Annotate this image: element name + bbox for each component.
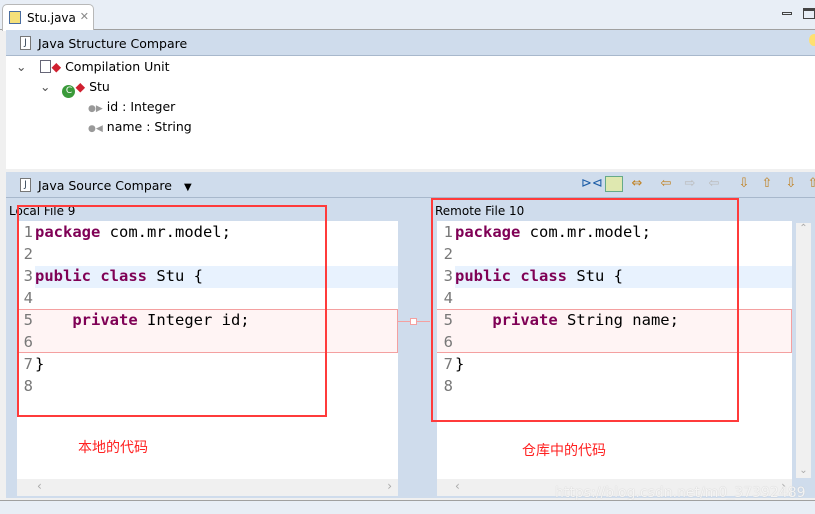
- java-file-icon: J: [20, 36, 31, 50]
- tab-label: Stu.java: [27, 11, 76, 25]
- chevron-down-icon[interactable]: ▼: [184, 182, 192, 193]
- annotation-box-right: [431, 198, 739, 422]
- next-change-icon[interactable]: ⇩: [782, 176, 800, 192]
- change-icon: ◆: [51, 59, 62, 74]
- tab-stu-java[interactable]: Stu.java ✕: [2, 4, 94, 31]
- swap-icon[interactable]: ⇔: [628, 176, 646, 192]
- field-icon: ●▶: [88, 104, 103, 114]
- source-compare-title: Java Source Compare: [38, 178, 172, 193]
- java-file-icon: [40, 60, 52, 73]
- bottom-tab-bar: [0, 500, 815, 514]
- editor-tab-bar: Stu.java ✕: [0, 0, 815, 31]
- previous-difference-icon[interactable]: ⇧: [758, 176, 776, 192]
- change-icon: ◆: [75, 79, 86, 94]
- tree-item-id[interactable]: ●▶ id : Integer: [88, 99, 175, 114]
- copy-right-icon: ⇨: [684, 176, 696, 191]
- next-difference-icon[interactable]: ⇩: [735, 176, 753, 192]
- annotation-remote-code: 仓库中的代码: [522, 443, 606, 459]
- copy-all-icon: ⇦: [708, 176, 720, 191]
- copy-left-icon[interactable]: ⇦: [657, 176, 675, 192]
- java-file-icon: J: [20, 178, 31, 192]
- diff-connector-handle[interactable]: [410, 318, 417, 325]
- compare-file-icon: [9, 11, 21, 24]
- field-icon: ●◀: [88, 124, 103, 134]
- layout-icon[interactable]: [605, 176, 623, 192]
- watermark: https://blog.csdn.net/m0_37392489: [555, 485, 806, 501]
- structure-compare-header: J Java Structure Compare: [6, 30, 815, 56]
- previous-change-icon[interactable]: ⇧: [804, 176, 815, 192]
- tree-item-name[interactable]: ●◀ name : String: [88, 119, 192, 134]
- close-icon[interactable]: ✕: [80, 10, 89, 23]
- minimize-icon[interactable]: [782, 12, 792, 15]
- tree-item-compilation-unit[interactable]: ⌄ ◆ Compilation Unit: [16, 59, 170, 74]
- maximize-icon[interactable]: [803, 8, 815, 19]
- vertical-scrollbar[interactable]: ⌃ ⌄: [796, 223, 811, 478]
- ignore-whitespace-icon[interactable]: ⊳⊲: [581, 176, 603, 192]
- tree-item-stu[interactable]: ⌄ C ◆ Stu: [40, 79, 110, 98]
- structure-compare-title: Java Structure Compare: [38, 36, 188, 51]
- left-horizontal-scrollbar[interactable]: ‹ ›: [17, 479, 398, 496]
- annotation-local-code: 本地的代码: [78, 440, 148, 456]
- class-icon: C: [62, 85, 76, 98]
- structure-tree: ⌄ ◆ Compilation Unit ⌄ C ◆ Stu ●▶ id : In…: [6, 56, 815, 169]
- lightbulb-icon: [809, 34, 815, 46]
- annotation-box-left: [17, 205, 327, 417]
